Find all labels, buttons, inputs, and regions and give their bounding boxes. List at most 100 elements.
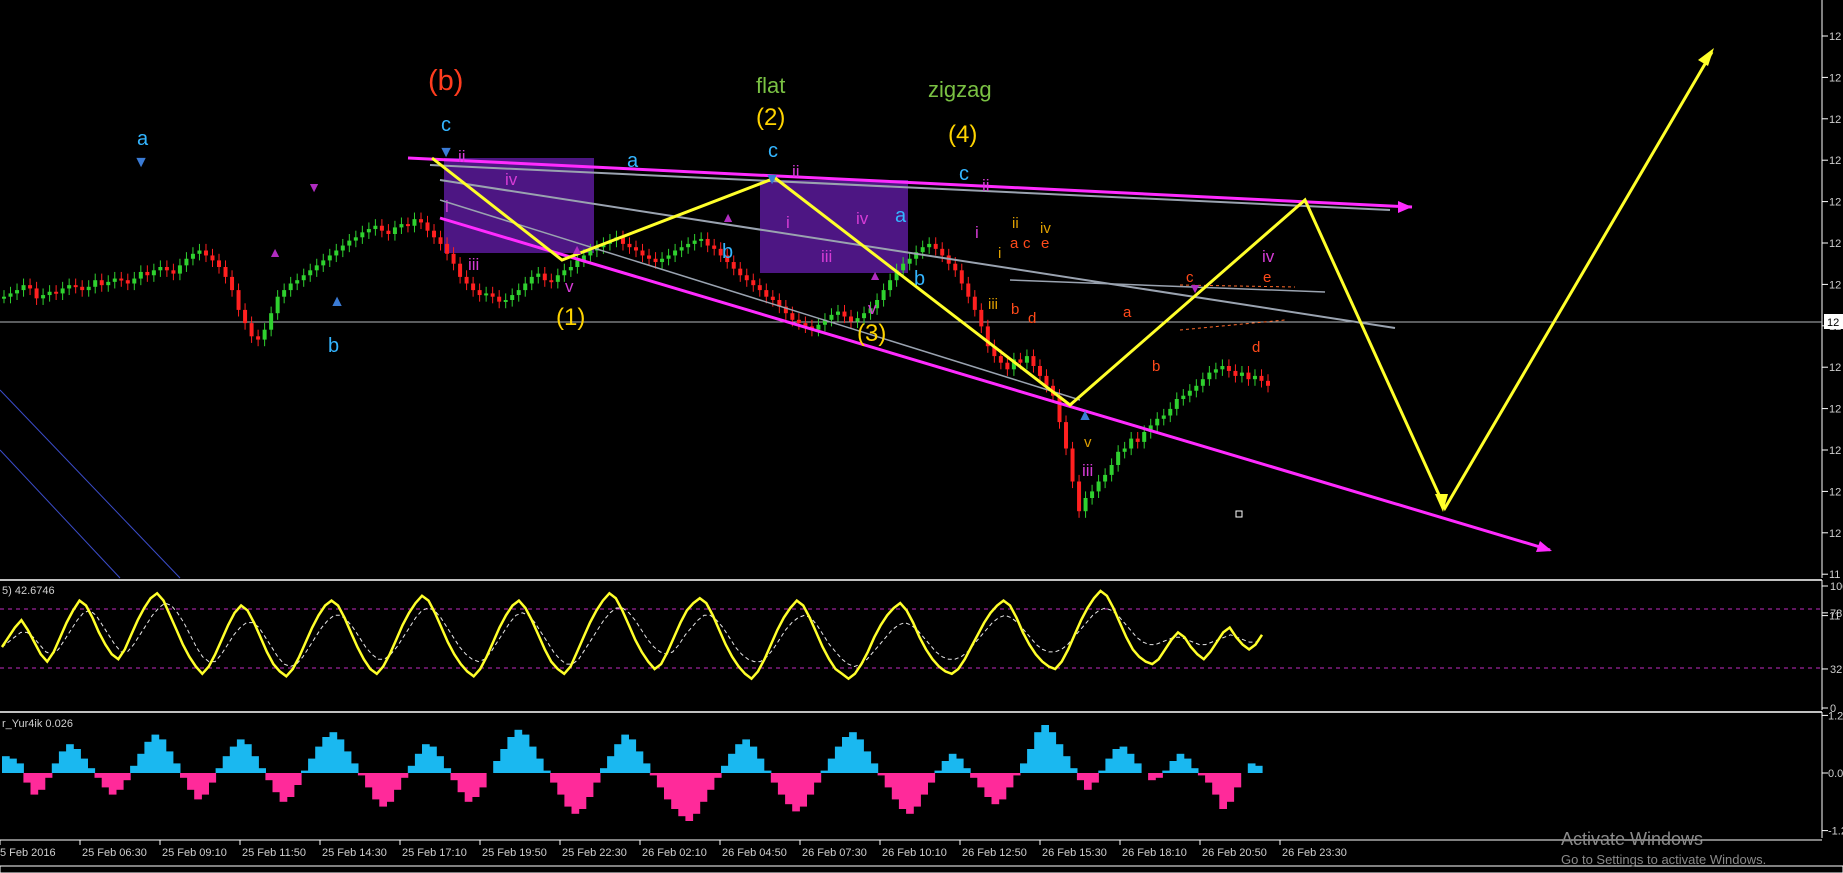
oscillator-bar bbox=[728, 753, 736, 773]
time-tick-label: 25 Feb 14:30 bbox=[322, 847, 387, 859]
oscillator-bar bbox=[699, 773, 708, 802]
candle-body bbox=[940, 248, 945, 256]
oscillator-bar bbox=[236, 739, 245, 773]
candle-body bbox=[464, 276, 469, 284]
time-tick-label: 25 Feb 06:30 bbox=[82, 847, 147, 859]
pivot-arrow-down-icon: ▼ bbox=[764, 171, 780, 188]
candle-body bbox=[210, 255, 215, 261]
wave-label: flat bbox=[756, 73, 785, 98]
candle-body bbox=[353, 237, 358, 241]
candle-body bbox=[555, 275, 560, 282]
oscillator-bar bbox=[1219, 773, 1227, 809]
candle-body bbox=[731, 262, 736, 269]
candle-body bbox=[1259, 375, 1264, 381]
candle-body bbox=[972, 296, 977, 310]
candle-body bbox=[490, 293, 495, 297]
oscillator-bar bbox=[884, 773, 893, 788]
time-tick-label: 25 Feb 11:50 bbox=[242, 847, 306, 859]
candle-body bbox=[425, 222, 430, 231]
oscillator-bar bbox=[301, 770, 309, 773]
price-tick-label: 12 bbox=[1829, 528, 1841, 540]
stochastic-header: 5) 42.6746 bbox=[2, 585, 55, 597]
candle-body bbox=[373, 225, 378, 230]
oscillator-bar bbox=[777, 773, 786, 795]
oscillator-bar bbox=[970, 773, 978, 778]
candle-body bbox=[835, 311, 840, 315]
candle-body bbox=[86, 286, 91, 291]
candle-body bbox=[171, 270, 176, 274]
wave-label: a bbox=[1123, 304, 1132, 321]
candle-body bbox=[1037, 366, 1042, 376]
candle-body bbox=[282, 290, 287, 297]
oscillator-bar bbox=[1247, 763, 1256, 773]
candle-body bbox=[529, 276, 534, 284]
candle-body bbox=[627, 243, 632, 248]
candle-body bbox=[842, 311, 847, 317]
candle-body bbox=[1200, 379, 1205, 386]
oscillator-bar bbox=[1205, 773, 1213, 783]
oscillator-bar bbox=[991, 773, 1000, 805]
candle-body bbox=[340, 245, 345, 251]
candle-body bbox=[484, 293, 489, 296]
oscillator-bar bbox=[834, 746, 843, 773]
wave-label: b bbox=[1011, 301, 1019, 318]
oscillator-bar bbox=[407, 765, 416, 773]
candle-body bbox=[399, 224, 404, 228]
oscillator-bar bbox=[2, 756, 10, 773]
oscillator-bar bbox=[799, 773, 807, 807]
oscillator-bar bbox=[393, 773, 402, 790]
candle-body bbox=[953, 263, 958, 271]
candle-body bbox=[901, 263, 906, 271]
candle-body bbox=[1135, 438, 1140, 442]
time-tick-label: 26 Feb 15:30 bbox=[1042, 847, 1107, 859]
wave-label: v bbox=[868, 299, 877, 318]
price-tick-label: 12 bbox=[1829, 445, 1841, 457]
oscillator-bar bbox=[73, 749, 81, 773]
time-tick-label: 26 Feb 10:10 bbox=[882, 847, 947, 859]
wave-label: c bbox=[441, 114, 451, 136]
candle-body bbox=[138, 271, 143, 279]
candle-body bbox=[41, 295, 46, 299]
candle-body bbox=[907, 258, 912, 264]
oscillator-bar bbox=[365, 773, 373, 788]
price-tick-label: 12 bbox=[1829, 72, 1841, 84]
price-tick-label: 12 bbox=[1829, 404, 1841, 416]
oscillator-bar bbox=[806, 773, 815, 795]
candle-body bbox=[1246, 372, 1251, 380]
candle-body bbox=[744, 275, 749, 281]
oscillator-bar bbox=[414, 753, 423, 773]
candle-body bbox=[881, 290, 886, 300]
candle-body bbox=[405, 224, 410, 227]
oscillator-bar bbox=[464, 773, 473, 802]
candle-body bbox=[1142, 432, 1147, 442]
wave-label: i bbox=[975, 223, 979, 242]
oscillator-bar bbox=[1183, 758, 1192, 773]
candle-body bbox=[510, 295, 515, 300]
candle-body bbox=[1129, 438, 1134, 449]
candle-body bbox=[679, 247, 684, 251]
price-tick-label: 12 bbox=[1829, 155, 1841, 167]
candle-body bbox=[360, 232, 365, 238]
candle-body bbox=[288, 283, 293, 291]
candle-body bbox=[184, 258, 189, 266]
candle-body bbox=[217, 260, 222, 267]
oscillator-bar bbox=[1126, 753, 1135, 773]
time-tick-label: 25 Feb 19:50 bbox=[482, 847, 547, 859]
oscillator-bar bbox=[1048, 732, 1057, 773]
oscillator-bar bbox=[165, 751, 174, 773]
wave-label: iii bbox=[1082, 461, 1093, 480]
oscillator-bar bbox=[443, 768, 452, 773]
oscillator-bar bbox=[1069, 768, 1078, 773]
candle-body bbox=[523, 283, 528, 291]
candle-body bbox=[54, 291, 59, 294]
candle-body bbox=[432, 230, 437, 238]
candle-body bbox=[158, 267, 163, 271]
candle-body bbox=[634, 247, 638, 251]
oscillator-bar bbox=[101, 773, 110, 788]
oscillator-bar bbox=[58, 751, 67, 773]
oscillator-bar bbox=[1197, 773, 1206, 776]
oscillator-bar bbox=[436, 756, 444, 773]
oscillator-bar bbox=[315, 746, 323, 773]
oscillator-bar bbox=[955, 758, 964, 773]
candle-body bbox=[418, 219, 423, 223]
